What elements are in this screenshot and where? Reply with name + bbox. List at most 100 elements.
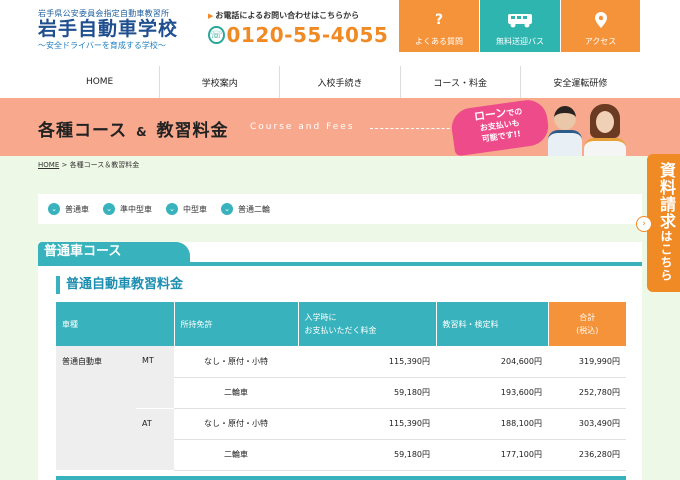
transmission-cell-mt: MT — [136, 346, 174, 409]
course-tabs: ⌄ 普通車 ⌄ 準中型車 ⌄ 中型車 ⌄ 普通二輪 — [38, 194, 642, 224]
training-fee-cell: 177,100円 — [436, 439, 548, 471]
brochure-request-label-b: はこちら — [659, 230, 673, 282]
staff-female-body — [584, 138, 626, 156]
staff-photo-male — [548, 106, 582, 156]
breadcrumb-separator: > — [59, 161, 70, 169]
chevron-down-icon: ⌄ — [221, 203, 233, 215]
course-heading-rule — [38, 262, 642, 266]
loan-badge-line1b: での — [505, 106, 523, 118]
breadcrumb-current: 各種コース＆教習料金 — [69, 161, 140, 169]
chevron-right-icon[interactable]: › — [636, 216, 652, 232]
page-banner: 各種コース & 教習料金 Course and Fees ローンでの お支払いも… — [0, 98, 680, 156]
site-logo[interactable]: 岩手県公安委員会指定自動車教習所 岩手自動車学校 〜安全ドライバーを育成する学校… — [38, 8, 208, 51]
staff-male-body — [548, 130, 582, 156]
course-tab-label: 準中型車 — [120, 204, 152, 214]
banner-dashed-line — [370, 128, 460, 129]
entry-fee-cell: 59,180円 — [298, 377, 436, 409]
nav-item-home[interactable]: HOME — [40, 66, 159, 98]
entry-fee-cell: 59,180円 — [298, 439, 436, 471]
chevron-down-icon: ⌄ — [103, 203, 115, 215]
course-heading-bar: 普通車コース — [38, 242, 642, 266]
page-title-part-b: 教習料金 — [156, 121, 229, 141]
phone-label: ▶ お電話によるお問い合わせはこちらから — [208, 10, 388, 21]
total-fee-cell: 252,780円 — [548, 377, 626, 409]
license-cell: なし・原付・小特 — [174, 408, 298, 440]
total-header-line1: 合計 — [579, 313, 596, 322]
course-tab-regular[interactable]: ⌄ 普通車 — [48, 203, 89, 215]
fee-table-title: 普通自動車教習料金 — [56, 276, 183, 294]
entry-header-line2: お支払いただく料金 — [304, 326, 377, 335]
bus-icon — [480, 10, 560, 30]
staff-female-face — [596, 111, 614, 133]
fee-table: 車種 所持免許 入学時にお支払いただく料金 教習料・検定料 合計 (税込) 普通自… — [56, 302, 626, 471]
total-fee-cell: 319,990円 — [548, 346, 626, 378]
nav-item-safety-training[interactable]: 安全運転研修 — [519, 66, 640, 98]
main-content: HOME > 各種コース＆教習料金 ⌄ 普通車 ⌄ 準中型車 ⌄ 中型車 ⌄ 普通二輪 … — [0, 156, 680, 480]
course-tab-label: 普通二輪 — [238, 204, 270, 214]
total-header-line2: (税込) — [576, 326, 599, 335]
page-title: 各種コース & 教習料金 — [38, 116, 228, 141]
page-title-english: Course and Fees — [250, 122, 355, 132]
page-title-ampersand: & — [136, 125, 148, 139]
main-nav: HOME 学校案内 入校手続き コース・料金 安全運転研修 — [40, 66, 640, 98]
site-header: 岩手県公安委員会指定自動車教習所 岩手自動車学校 〜安全ドライバーを育成する学校… — [0, 0, 680, 66]
column-header-training-fee: 教習料・検定料 — [436, 302, 549, 346]
phone-contact: ▶ お電話によるお問い合わせはこちらから ☏ 0120-55-4055 — [208, 10, 388, 47]
page-title-part-a: 各種コース — [38, 121, 128, 141]
column-header-vehicle: 車種 — [56, 302, 175, 346]
course-tab-medium[interactable]: ⌄ 中型車 — [166, 203, 207, 215]
quick-link-label: 無料送迎バス — [496, 37, 544, 46]
vehicle-type-cell: 普通自動車 — [56, 346, 136, 471]
chevron-down-icon: ⌄ — [48, 203, 60, 215]
quick-link-label: よくある質問 — [415, 37, 463, 46]
logo-name: 岩手自動車学校 — [38, 18, 179, 40]
course-heading: 普通車コース — [38, 242, 190, 262]
entry-fee-cell: 115,390円 — [298, 408, 436, 440]
breadcrumb-home-link[interactable]: HOME — [38, 161, 59, 169]
column-header-license: 所持免許 — [174, 302, 299, 346]
nav-item-about[interactable]: 学校案内 — [159, 66, 279, 98]
column-header-entry-fee: 入学時にお支払いただく料金 — [298, 302, 437, 346]
course-tab-semi-medium[interactable]: ⌄ 準中型車 — [103, 203, 152, 215]
staff-male-head — [554, 106, 576, 130]
breadcrumb: HOME > 各種コース＆教習料金 — [38, 160, 139, 170]
course-tab-motorcycle[interactable]: ⌄ 普通二輪 — [221, 203, 270, 215]
section-bottom-rule — [56, 476, 626, 480]
staff-female-hair — [590, 104, 620, 138]
brochure-request-label-a: 資料請求 — [657, 162, 676, 230]
loan-badge: ローンでの お支払いも 可能です!! — [449, 98, 551, 156]
license-cell: なし・原付・小特 — [174, 346, 298, 378]
question-icon: ? — [434, 12, 444, 28]
fee-table-header-row: 車種 所持免許 入学時にお支払いただく料金 教習料・検定料 合計 (税込) — [56, 302, 626, 346]
free-dial-icon: ☏ — [208, 26, 225, 44]
entry-header-line1: 入学時に — [304, 313, 337, 322]
table-row: AT なし・原付・小特 115,390円 188,100円 303,490円 — [56, 408, 626, 471]
nav-item-enrollment[interactable]: 入校手続き — [279, 66, 399, 98]
triangle-icon: ▶ — [208, 12, 214, 20]
quick-link-faq[interactable]: ? よくある質問 — [399, 0, 479, 52]
phone-number[interactable]: 0120-55-4055 — [227, 23, 389, 47]
training-fee-cell: 193,600円 — [436, 377, 548, 409]
phone-number-row[interactable]: ☏ 0120-55-4055 — [208, 23, 388, 47]
entry-fee-cell: 115,390円 — [298, 346, 436, 378]
quick-link-label: アクセス — [584, 37, 617, 46]
quick-link-bus[interactable]: 無料送迎バス — [480, 0, 560, 52]
total-fee-cell: 303,490円 — [548, 408, 626, 440]
nav-item-courses[interactable]: コース・料金 — [399, 66, 520, 98]
course-tab-label: 中型車 — [183, 204, 207, 214]
brochure-request-label: 資料請求はこちら — [654, 162, 678, 282]
logo-tagline: 〜安全ドライバーを育成する学校〜 — [38, 41, 166, 50]
chevron-down-icon: ⌄ — [166, 203, 178, 215]
license-cell: 二輪車 — [174, 377, 298, 409]
quick-link-access[interactable]: アクセス — [561, 0, 640, 52]
table-row: 普通自動車 MT なし・原付・小特 115,390円 204,600円 319,… — [56, 346, 626, 471]
regular-car-course-section: 普通車コース 普通自動車教習料金 車種 所持免許 入学時にお支払いただく料金 教… — [38, 242, 642, 480]
transmission-cell-at: AT — [136, 408, 174, 471]
total-fee-cell: 236,280円 — [548, 439, 626, 471]
training-fee-cell: 204,600円 — [436, 346, 548, 378]
staff-photo-female — [584, 104, 626, 156]
training-fee-cell: 188,100円 — [436, 408, 548, 440]
license-cell: 二輪車 — [174, 439, 298, 471]
phone-label-text: お電話によるお問い合わせはこちらから — [215, 11, 360, 20]
course-tab-label: 普通車 — [65, 204, 89, 214]
